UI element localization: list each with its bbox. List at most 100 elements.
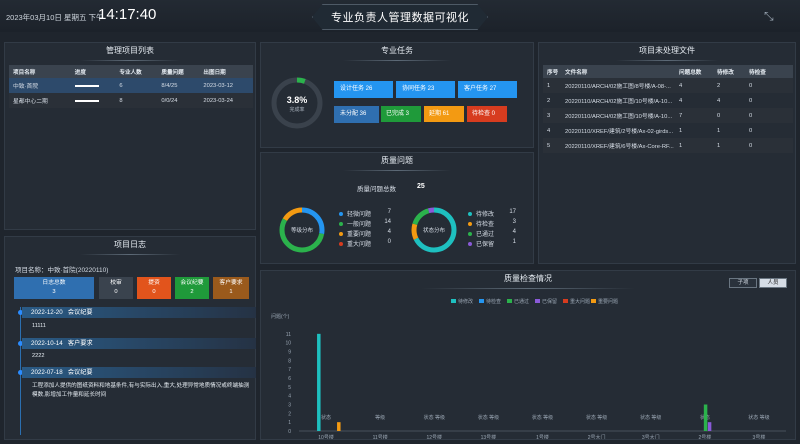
bar-caption: 状态 等级 <box>586 414 607 421</box>
timeline-text: 11111 <box>32 323 46 329</box>
table-row[interactable]: 2 20220110/ARCH/02施工图/10号楼/A-10... 4 4 0 <box>543 93 793 108</box>
submit-box[interactable]: 提资 0 <box>137 277 171 299</box>
clock: 14:17:40 <box>98 6 157 23</box>
col-header: 进度 <box>70 65 116 78</box>
log-total-box[interactable]: 日志总数 3 <box>14 277 94 299</box>
y-tick-label: 10 <box>285 341 291 347</box>
x-tick-label: 12号楼 <box>426 434 442 439</box>
x-tick-label: 3号大门 <box>642 434 660 439</box>
y-tick-label: 6 <box>288 376 291 382</box>
progress-bar <box>70 78 116 93</box>
bar-caption: 状态 等级 <box>478 414 499 421</box>
level-donut-label: 等级分布 <box>290 228 313 234</box>
table-row[interactable]: 4 20220110/XREF/建筑/2号楼/Ax-02-girds... 1 1 0 <box>543 123 793 138</box>
progress-bar <box>70 93 116 108</box>
x-tick-label: 13号楼 <box>481 434 497 439</box>
quality-total: 25 <box>417 183 425 190</box>
y-tick-label: 5 <box>288 385 291 391</box>
y-tick-label: 4 <box>288 394 291 400</box>
fullscreen-icon[interactable]: ⤡ <box>764 9 774 24</box>
bar-caption: 状态 <box>321 414 331 421</box>
timeline-text: 工程添加人提供的图纸资料和地基条件,有与实际出入,重大,处理异常地质情况或终端抽… <box>32 383 250 398</box>
col-header: 项目名称 <box>9 65 71 78</box>
y-axis-label: 问题(个) <box>271 313 290 320</box>
table-row[interactable]: 3 20220110/ARCH/02施工图/10号楼/A-10... 7 0 0 <box>543 108 793 123</box>
client-task-tag[interactable]: 客户任务 27 <box>458 81 517 98</box>
panel-title: 专业任务 <box>261 43 533 61</box>
legend-item: 一般问题 14 <box>339 219 391 228</box>
project-table: 项目名称 进度 专业人数 质量问题 出图日期 中致·首院 6 8/4/25 2023-03-1… <box>9 65 253 108</box>
bar-caption: 状态 等级 <box>532 414 553 421</box>
bar <box>703 404 708 431</box>
project-list-panel: 管理项目列表 项目名称 进度 专业人数 质量问题 出图日期 中致·首院 6 8/4/25 20… <box>4 42 256 230</box>
log-panel: 项目日志 项目名称：中致·首院(20220110) 日志总数 3 校审 0 提资 0 … <box>4 236 256 440</box>
design-task-tag[interactable]: 设计任务 26 <box>334 81 393 98</box>
legend-swatch <box>479 299 484 303</box>
x-tick-label: 11号楼 <box>373 434 388 439</box>
y-tick-label: 11 <box>286 332 291 338</box>
col-header: 质量问题 <box>157 65 200 78</box>
panel-title: 质量检查情况 <box>261 271 795 289</box>
legend-label: 待检查 <box>486 298 501 305</box>
legend-item: 轻微问题 7 <box>339 209 391 218</box>
collab-task-tag[interactable]: 协同任务 23 <box>396 81 455 98</box>
legend-item: 待修改 17 <box>468 209 516 218</box>
y-tick-label: 8 <box>288 358 291 364</box>
timeline-text: 2222 <box>32 353 45 359</box>
table-row[interactable]: 中致·首院 6 8/4/25 2023-03-12 <box>9 78 253 93</box>
panel-title: 项目未处理文件 <box>539 43 795 61</box>
legend-label: 重要问题 <box>598 298 618 305</box>
panel-title: 项目日志 <box>5 237 255 255</box>
timeline-entry[interactable]: 2022-10-14 客户要求 <box>22 338 256 349</box>
quality-panel: 质量问题 质量问题总数 25 等级分布 轻微问题 7 一般问题 14 重要问题 4 重… <box>260 152 534 264</box>
bar-caption: 状态 等级 <box>748 414 769 421</box>
meeting-box[interactable]: 会议纪要 2 <box>175 277 209 299</box>
client-req-box[interactable]: 客户要求 1 <box>213 277 249 299</box>
completion-rate: 3.8% <box>286 95 308 105</box>
y-tick-label: 2 <box>288 411 291 417</box>
overdue-tag[interactable]: 延期 61 <box>424 106 464 122</box>
legend-swatch <box>451 299 456 303</box>
table-row[interactable]: 5 20220110/XREF/建筑/6号楼/Ax-Core-RF... 1 1 0 <box>543 138 793 153</box>
review-box[interactable]: 校审 0 <box>99 277 133 299</box>
completion-label: 完成率 <box>289 107 305 113</box>
legend-item: 已保留 1 <box>468 239 516 248</box>
log-project-name: 项目名称：中致·首院(20220110) <box>15 267 109 274</box>
legend-swatch <box>507 299 512 303</box>
files-panel: 项目未处理文件 序号 文件名称 问题总数 待修改 待检查 1 20220110/ARCH/… <box>538 42 796 264</box>
x-tick-label: 1号楼 <box>536 434 549 439</box>
bar-caption: 状态 等级 <box>424 414 445 421</box>
tab-person[interactable]: 人员 <box>759 278 787 288</box>
timeline-entry[interactable]: 2022-07-18 会议纪要 <box>22 367 256 378</box>
legend-item: 重要问题 4 <box>339 229 391 238</box>
pending-tag[interactable]: 待检查 0 <box>467 106 507 122</box>
check-panel: 质量检查情况 子项 人员 待修改 待检查 已通过 已保留 重大问题 重要问题 问题(个) 0 1… <box>260 270 796 440</box>
legend-swatch <box>535 299 540 303</box>
legend-label: 已通过 <box>514 298 529 305</box>
col-header: 专业人数 <box>115 65 158 78</box>
y-tick-label: 9 <box>288 350 291 356</box>
x-tick-label: 3号楼 <box>753 434 766 439</box>
legend-swatch <box>563 299 568 303</box>
legend-label: 待修改 <box>458 298 473 305</box>
legend-swatch <box>591 299 596 303</box>
y-tick-label: 0 <box>288 429 291 435</box>
panel-title: 管理项目列表 <box>5 43 255 61</box>
timeline-entry[interactable]: 2022-12-20 会议纪要 <box>22 307 256 318</box>
files-table: 序号 文件名称 问题总数 待修改 待检查 1 20220110/ARCH/02施工图/8号… <box>543 65 793 153</box>
y-tick-label: 7 <box>288 367 291 373</box>
date-text: 2023年03月10日 星期五 下午 <box>6 13 104 22</box>
col-header: 出图日期 <box>199 65 253 78</box>
y-tick-label: 3 <box>288 403 291 409</box>
bar-caption: 状态 等级 <box>640 414 661 421</box>
bar-caption: 等级 <box>375 414 385 421</box>
table-row[interactable]: 1 20220110/ARCH/02施工图/8号楼/A-08-... 4 2 0 <box>543 78 793 93</box>
quality-total-label: 质量问题总数 <box>357 186 396 193</box>
legend-label: 重大问题 <box>570 298 590 305</box>
done-tag[interactable]: 已完成 3 <box>381 106 421 122</box>
legend-item: 已通过 4 <box>468 229 516 238</box>
legend-item: 重大问题 0 <box>339 239 391 248</box>
table-row[interactable]: 星都中心二期 8 0/0/24 2023-03-24 <box>9 93 253 108</box>
unassigned-tag[interactable]: 未分配 36 <box>334 106 379 123</box>
tab-subitem[interactable]: 子项 <box>729 278 757 288</box>
